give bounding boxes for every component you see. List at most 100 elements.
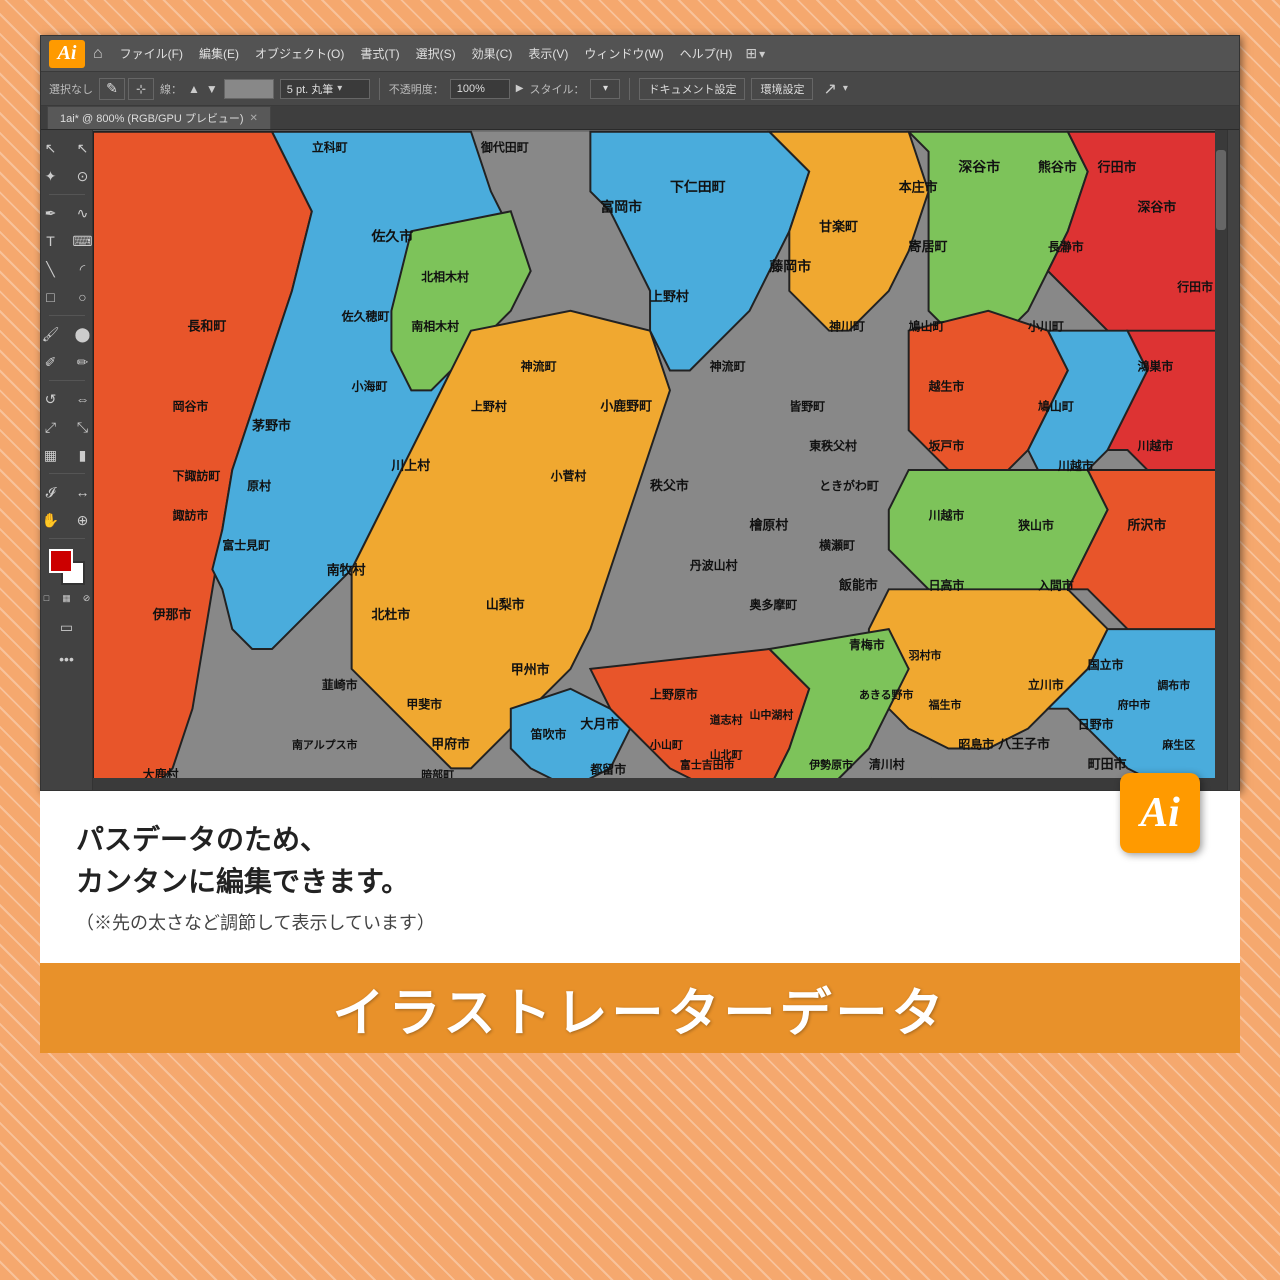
extra-icon: ▾ — [843, 83, 848, 94]
svg-text:深谷市: 深谷市 — [958, 159, 1000, 175]
svg-text:長和町: 長和町 — [188, 319, 227, 334]
screen-mode-toggle[interactable]: ▭ — [53, 614, 81, 640]
menu-help[interactable]: ヘルプ(H) — [673, 41, 740, 66]
svg-text:東秩父村: 東秩父村 — [808, 439, 857, 453]
svg-text:本庄市: 本庄市 — [899, 179, 938, 194]
env-settings-btn[interactable]: 環境設定 — [751, 78, 813, 100]
info-box: パスデータのため、 カンタンに編集できます。 （※先の太さなど調節して表示してい… — [40, 791, 1240, 963]
menu-effect[interactable]: 効果(C) — [465, 41, 520, 66]
scale-tool[interactable]: ⤢ — [37, 414, 65, 440]
svg-text:八王子市: 八王子市 — [997, 736, 1050, 751]
line-segment-tool[interactable]: ╲ — [37, 256, 65, 282]
svg-text:入間市: 入間市 — [1038, 578, 1074, 592]
svg-text:甲斐市: 甲斐市 — [406, 698, 442, 712]
menu-window[interactable]: ウィンドウ(W) — [577, 41, 670, 66]
separator2 — [629, 78, 630, 100]
doc-tab-close[interactable]: ✕ — [250, 113, 258, 124]
scrollbar-vertical[interactable] — [1215, 130, 1227, 790]
svg-text:神流町: 神流町 — [710, 359, 746, 373]
svg-text:都留市: 都留市 — [589, 762, 626, 776]
pen-tool-btn[interactable]: ✎ — [99, 78, 125, 100]
svg-text:山中湖村: 山中湖村 — [750, 708, 794, 722]
svg-text:坂戸市: 坂戸市 — [929, 439, 965, 453]
stroke-color-preview[interactable] — [224, 79, 274, 99]
svg-text:甘楽町: 甘楽町 — [819, 219, 858, 234]
svg-text:立科町: 立科町 — [312, 141, 348, 155]
svg-text:伊勢原市: 伊勢原市 — [808, 757, 853, 771]
menu-view[interactable]: 表示(V) — [521, 41, 575, 66]
magic-wand-tool[interactable]: ✦ — [37, 163, 65, 189]
svg-text:小川町: 小川町 — [1027, 320, 1064, 334]
shaper-tool[interactable]: ✐ — [37, 349, 65, 375]
paintbrush-tool[interactable]: 🖌 — [37, 321, 65, 347]
line-down-icon: ▼ — [206, 82, 218, 96]
more-tools-btn[interactable]: ••• — [53, 646, 81, 672]
scrollbar-horizontal[interactable] — [93, 778, 1215, 790]
bar-chart-tool[interactable]: ▦ — [37, 442, 65, 468]
color-swatch-area[interactable] — [49, 549, 85, 585]
svg-text:川越市: 川越市 — [1057, 459, 1094, 473]
svg-text:越生市: 越生市 — [928, 379, 965, 393]
inner-content: Ai ⌂ ファイル(F) 編集(E) オブジェクト(O) 書式(T) 選択(S)… — [40, 35, 1240, 1053]
svg-text:鳩山町: 鳩山町 — [1038, 399, 1074, 413]
svg-text:府中市: 府中市 — [1118, 698, 1151, 712]
scale-tool-group: ⤢ ⤡ — [36, 413, 98, 441]
svg-text:あきる野市: あきる野市 — [859, 688, 914, 702]
menu-edit[interactable]: 編集(E) — [192, 41, 246, 66]
eyedropper-tool[interactable]: 𝓘 — [37, 479, 65, 505]
select-none-label: 選択なし — [49, 81, 93, 97]
rotate-tool-group: ↺ ⇔ — [36, 385, 98, 413]
ai-badge-text: Ai — [1140, 789, 1180, 837]
menu-bar: Ai ⌂ ファイル(F) 編集(E) オブジェクト(O) 書式(T) 選択(S)… — [41, 36, 1239, 72]
pen-tool[interactable]: ✒ — [37, 200, 65, 226]
svg-text:鳩山町: 鳩山町 — [909, 320, 945, 334]
svg-text:大月市: 大月市 — [580, 717, 619, 732]
opacity-arrow: ▶ — [516, 83, 524, 94]
bottom-title: イラストレーターデータ — [333, 971, 948, 1046]
anchor-tool-btn[interactable]: ⊹ — [128, 78, 154, 100]
svg-text:伊那市: 伊那市 — [152, 607, 192, 622]
doc-tab-active[interactable]: 1ai* @ 800% (RGB/GPU プレビュー) ✕ — [47, 106, 271, 129]
menu-select[interactable]: 選択(S) — [409, 41, 463, 66]
svg-text:飯能市: 飯能市 — [838, 577, 878, 592]
normal-mode-btn[interactable]: □ — [39, 590, 55, 606]
svg-text:行田市: 行田市 — [1097, 160, 1137, 175]
rotate-tool[interactable]: ↺ — [37, 386, 65, 412]
map-svg: 長和町 佐久市 佐久穂町 北相木村 南相木村 小海町 川上村 茅野市 原村 富士… — [93, 130, 1227, 790]
more-icon: ↗ — [823, 79, 836, 99]
home-icon[interactable]: ⌂ — [93, 45, 103, 63]
svg-text:狭山市: 狭山市 — [1017, 519, 1054, 533]
svg-text:小鹿野町: 小鹿野町 — [600, 398, 652, 413]
menu-file[interactable]: ファイル(F) — [113, 41, 190, 66]
tool-sep3 — [49, 380, 85, 381]
type-tool[interactable]: T — [37, 228, 65, 254]
svg-text:岡谷市: 岡谷市 — [173, 399, 209, 413]
outer-frame: Ai ⌂ ファイル(F) 編集(E) オブジェクト(O) 書式(T) 選択(S)… — [0, 0, 1280, 1280]
svg-text:長瀞市: 長瀞市 — [1048, 240, 1084, 254]
svg-text:丹波山村: 丹波山村 — [690, 558, 738, 572]
rect-tool[interactable]: □ — [37, 284, 65, 310]
svg-text:神流町: 神流町 — [521, 359, 557, 373]
svg-text:韮崎市: 韮崎市 — [322, 678, 358, 692]
pen-tool-group: ✒ ∿ — [36, 199, 98, 227]
svg-text:富岡市: 富岡市 — [600, 198, 642, 214]
scroll-thumb-v[interactable] — [1216, 150, 1226, 230]
foreground-color[interactable] — [49, 549, 73, 573]
screen-mode-btn[interactable]: ▦ — [59, 590, 75, 606]
menu-type[interactable]: 書式(T) — [353, 41, 406, 66]
hand-tool[interactable]: ✋ — [37, 507, 65, 533]
menu-object[interactable]: オブジェクト(O) — [248, 41, 351, 66]
doc-settings-btn[interactable]: ドキュメント設定 — [639, 78, 745, 100]
svg-text:川越市: 川越市 — [1136, 439, 1173, 453]
selection-tool-group: ↖ ↖ — [36, 134, 98, 162]
svg-text:小菅村: 小菅村 — [550, 469, 587, 483]
bottom-bar: イラストレーターデータ — [40, 963, 1240, 1053]
svg-text:立川市: 立川市 — [1028, 678, 1064, 692]
canvas-area[interactable]: 長和町 佐久市 佐久穂町 北相木村 南相木村 小海町 川上村 茅野市 原村 富士… — [93, 130, 1227, 790]
svg-text:川上村: 川上村 — [390, 458, 430, 473]
svg-text:道志村: 道志村 — [710, 713, 743, 727]
selection-tool[interactable]: ↖ — [37, 135, 65, 161]
svg-text:甲州市: 甲州市 — [511, 662, 550, 677]
svg-text:南アルプス市: 南アルプス市 — [292, 737, 358, 751]
svg-text:上野村: 上野村 — [650, 289, 689, 304]
